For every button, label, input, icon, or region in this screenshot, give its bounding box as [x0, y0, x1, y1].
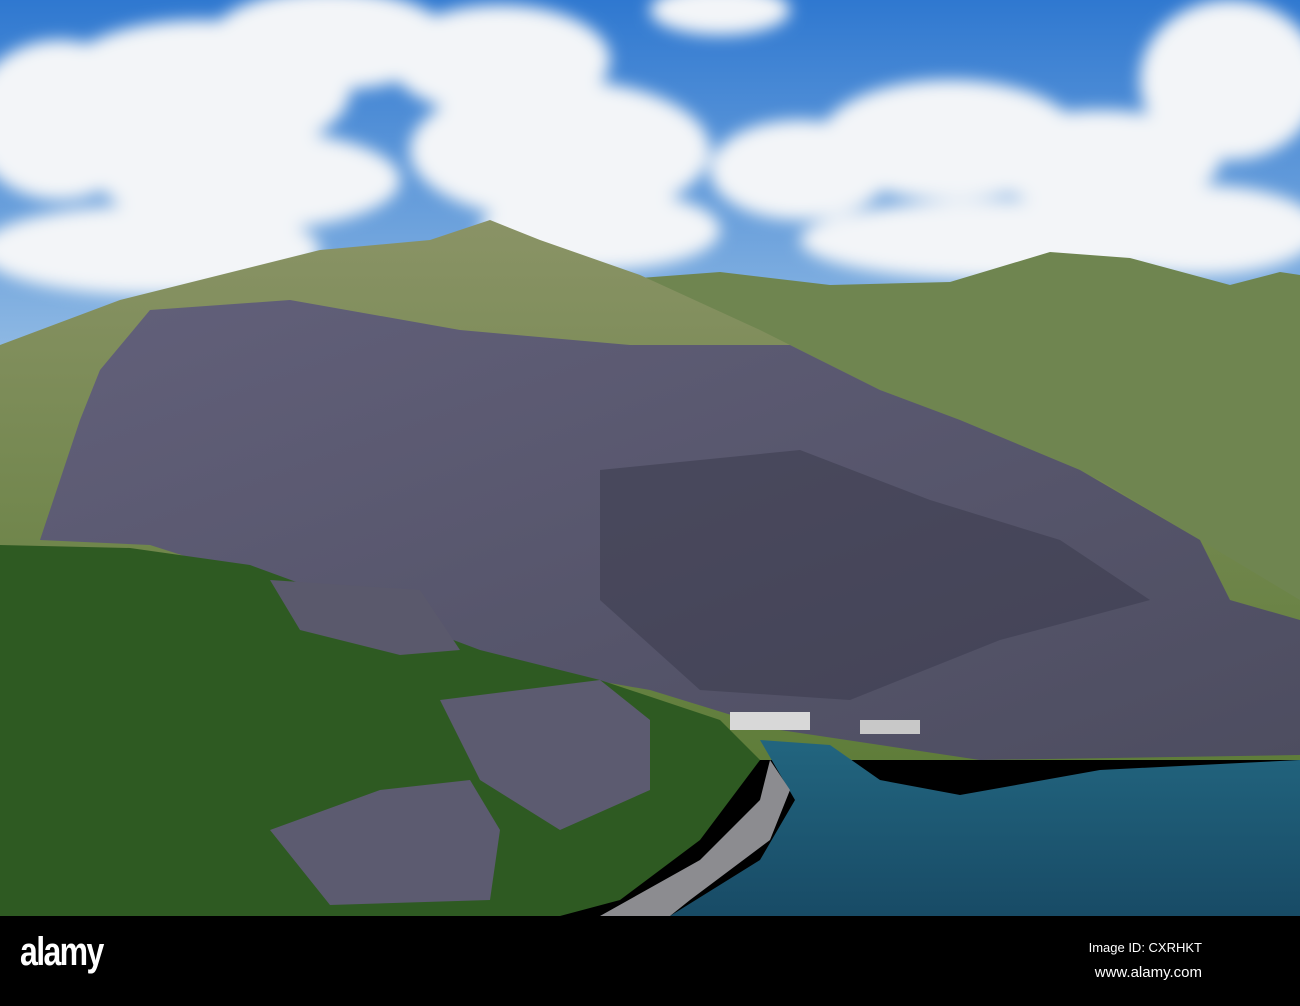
quarry-landscape-photo: [0, 0, 1300, 916]
alamy-logo: alamy: [20, 930, 104, 974]
stock-photo: alamy Image ID: CXRHKT www.alamy.com: [0, 0, 1300, 1006]
image-id: Image ID: CXRHKT: [1088, 940, 1202, 955]
power-station: [730, 712, 810, 730]
watermark-bar: alamy Image ID: CXRHKT www.alamy.com: [0, 916, 1300, 1006]
site-url: www.alamy.com: [1094, 964, 1202, 981]
buildings: [860, 720, 920, 734]
